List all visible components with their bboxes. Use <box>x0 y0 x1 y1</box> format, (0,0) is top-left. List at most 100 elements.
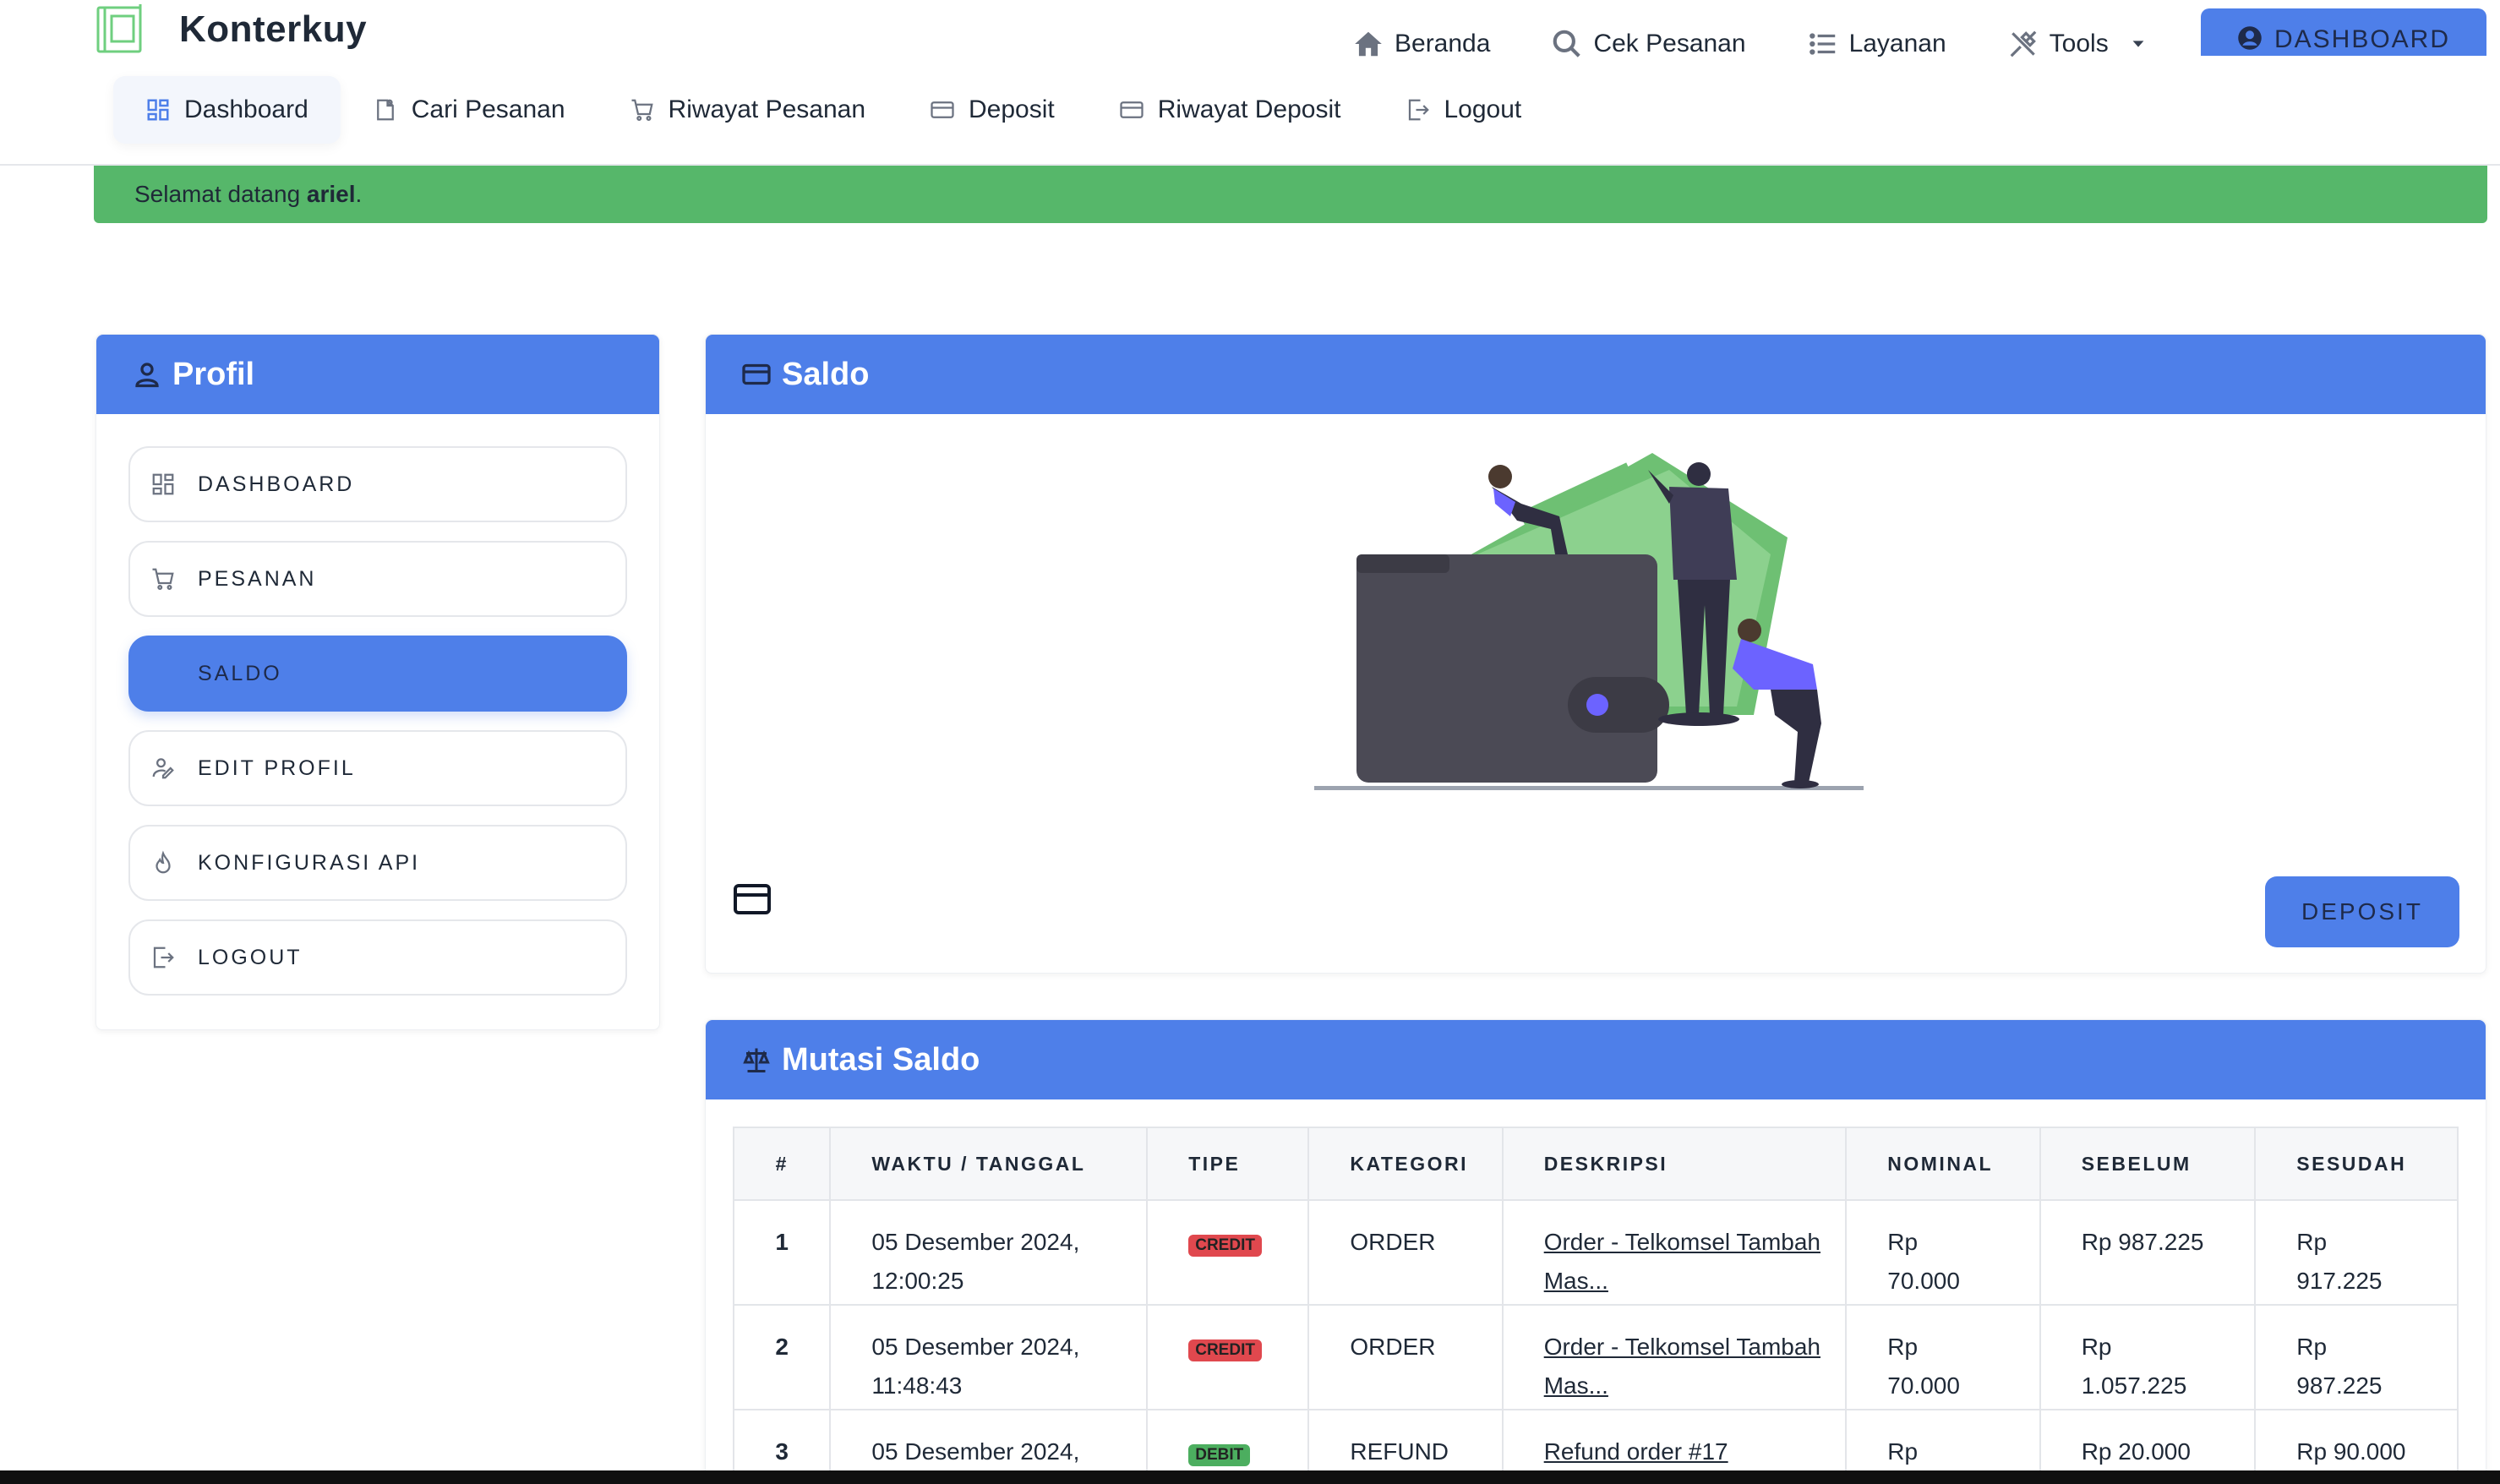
table-row: 1 05 Desember 2024, 12:00:25 CREDIT ORDE… <box>732 1199 2459 1306</box>
topnav-tools[interactable]: Tools <box>2007 28 2148 60</box>
saldo-card: Saldo DEPOSIT <box>705 334 2486 974</box>
description-link[interactable]: Refund order #17 <box>1544 1438 1728 1465</box>
subnav-label: Riwayat Deposit <box>1157 95 1341 123</box>
column-header[interactable]: WAKTU / TANGGAL <box>829 1127 1149 1201</box>
dashboard-button-label: DASHBOARD <box>2273 25 2451 53</box>
subnav-label: Logout <box>1444 95 1522 123</box>
type-badge: DEBIT <box>1188 1444 1251 1466</box>
cell-category: ORDER <box>1307 1199 1504 1306</box>
type-badge: CREDIT <box>1188 1235 1262 1257</box>
saldo-card-title: Saldo <box>782 356 870 392</box>
subnav-label: Dashboard <box>184 95 308 123</box>
mutasi-card-header: Mutasi Saldo <box>706 1020 2486 1099</box>
profile-menu-edit-profil[interactable]: EDIT PROFIL <box>128 730 627 806</box>
logout-icon <box>1408 99 1429 121</box>
subnav-riwayat-pesanan[interactable]: Riwayat Pesanan <box>598 76 898 144</box>
profile-menu-logout[interactable]: LOGOUT <box>128 919 627 996</box>
menu-label: DASHBOARD <box>198 472 355 496</box>
topnav-label: Cek Pesanan <box>1593 30 1746 57</box>
alert-prefix: Selamat datang <box>134 181 307 207</box>
user-edit-icon <box>152 758 174 779</box>
sub-navigation: Dashboard Cari Pesanan Riwayat Pesanan D… <box>113 76 1553 144</box>
saldo-card-header: Saldo <box>706 335 2486 414</box>
column-header[interactable]: SEBELUM <box>2039 1127 2257 1201</box>
deposit-button[interactable]: DEPOSIT <box>2265 876 2459 947</box>
description-link[interactable]: Order - Telkomsel Tambah Mas... <box>1544 1334 1820 1399</box>
subnav-deposit[interactable]: Deposit <box>898 76 1087 144</box>
top-navigation: Beranda Cek Pesanan Layanan Tools <box>1352 19 2208 69</box>
column-header[interactable]: NOMINAL <box>1845 1127 2041 1201</box>
mutasi-table-wrapper: # WAKTU / TANGGAL TIPE KATEGORI DESKRIPS… <box>732 1127 2459 1484</box>
topnav-label: Beranda <box>1395 30 1491 57</box>
column-header: # <box>732 1127 832 1201</box>
credit-card-icon <box>734 884 771 914</box>
cell-description: Order - Telkomsel Tambah Mas... <box>1501 1304 1848 1410</box>
document-search-icon <box>376 99 394 121</box>
cell-description: Order - Telkomsel Tambah Mas... <box>1501 1199 1848 1306</box>
subnav-riwayat-deposit[interactable]: Riwayat Deposit <box>1087 76 1373 144</box>
cell-after: Rp 987.225 <box>2254 1304 2459 1410</box>
cell-number: 1 <box>732 1199 832 1306</box>
subnav-label: Deposit <box>969 95 1055 123</box>
menu-label: EDIT PROFIL <box>198 756 356 780</box>
cell-type: CREDIT <box>1146 1304 1310 1410</box>
column-header[interactable]: KATEGORI <box>1307 1127 1504 1201</box>
cell-time: 05 Desember 2024, 11:48:43 <box>829 1304 1149 1410</box>
alert-username: ariel <box>306 181 356 207</box>
grid-icon <box>147 99 169 121</box>
topnav-layanan[interactable]: Layanan <box>1807 28 1946 60</box>
credit-card-icon <box>742 363 771 385</box>
profile-card-header: Profil <box>96 335 659 414</box>
grid-icon <box>152 473 174 495</box>
table-row: 2 05 Desember 2024, 11:48:43 CREDIT ORDE… <box>732 1304 2459 1410</box>
cell-time: 05 Desember 2024, 12:00:25 <box>829 1199 1149 1306</box>
subnav-label: Cari Pesanan <box>411 95 565 123</box>
column-header[interactable]: TIPE <box>1146 1127 1310 1201</box>
column-header[interactable]: SESUDAH <box>2254 1127 2459 1201</box>
type-badge: CREDIT <box>1188 1339 1262 1361</box>
logout-icon <box>153 947 174 968</box>
dashboard-button[interactable]: DASHBOARD <box>2201 8 2486 56</box>
cell-after: Rp 917.225 <box>2254 1199 2459 1306</box>
cell-nominal: Rp 70.000 <box>1845 1304 2041 1410</box>
alert-suffix: . <box>355 181 363 207</box>
subnav-label: Riwayat Pesanan <box>668 95 866 123</box>
cell-before: Rp 987.225 <box>2039 1199 2257 1306</box>
credit-card-icon <box>931 101 954 118</box>
caret-down-icon <box>2132 41 2144 47</box>
topnav-cek-pesanan[interactable]: Cek Pesanan <box>1551 28 1746 60</box>
flame-icon <box>156 850 171 874</box>
profile-menu-konfigurasi-api[interactable]: KONFIGURASI API <box>128 825 627 901</box>
cell-number: 2 <box>732 1304 832 1410</box>
tools-icon <box>2010 30 2037 57</box>
menu-label: KONFIGURASI API <box>198 850 421 875</box>
brand-logo[interactable]: Konterkuy <box>95 0 367 59</box>
cart-icon <box>152 568 174 590</box>
search-icon <box>1553 30 1581 57</box>
cell-type: CREDIT <box>1146 1199 1310 1306</box>
topnav-beranda[interactable]: Beranda <box>1352 28 1490 60</box>
cell-nominal: Rp 70.000 <box>1845 1199 2041 1306</box>
welcome-alert: Selamat datang ariel. <box>94 166 2487 223</box>
profile-menu-pesanan[interactable]: PESANAN <box>128 541 627 617</box>
subnav-cari-pesanan[interactable]: Cari Pesanan <box>341 76 598 144</box>
cell-before: Rp 1.057.225 <box>2039 1304 2257 1410</box>
topnav-label: Layanan <box>1848 30 1946 57</box>
profile-card: Profil DASHBOARD PESANAN SALDO EDIT PROF… <box>96 334 660 1030</box>
mutasi-table: # WAKTU / TANGGAL TIPE KATEGORI DESKRIPS… <box>732 1127 2459 1484</box>
subnav-dashboard[interactable]: Dashboard <box>113 76 341 144</box>
profile-menu-dashboard[interactable]: DASHBOARD <box>128 446 627 522</box>
subnav-logout[interactable]: Logout <box>1373 76 1554 144</box>
cell-category: ORDER <box>1307 1304 1504 1410</box>
topnav-label: Tools <box>2049 30 2109 57</box>
home-icon <box>1355 31 1382 57</box>
description-link[interactable]: Order - Telkomsel Tambah Mas... <box>1544 1229 1820 1294</box>
menu-label: LOGOUT <box>198 945 303 969</box>
wallet-illustration <box>1314 453 1864 790</box>
credit-card-icon <box>1120 101 1144 118</box>
scale-icon <box>743 1048 770 1072</box>
column-header[interactable]: DESKRIPSI <box>1501 1127 1848 1201</box>
mutasi-card-title: Mutasi Saldo <box>782 1041 980 1078</box>
profile-menu-saldo[interactable]: SALDO <box>128 636 627 712</box>
user-icon <box>135 363 159 388</box>
